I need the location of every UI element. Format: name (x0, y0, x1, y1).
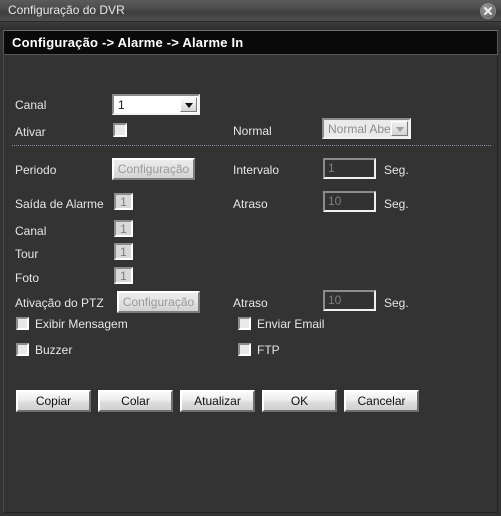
atraso-1-label: Atraso (233, 197, 268, 211)
canal-mid-label: Canal (15, 224, 47, 238)
tour-value[interactable]: 1 (114, 243, 133, 260)
ok-button[interactable]: OK (262, 390, 337, 412)
atraso-2-unit: Seg. (384, 296, 409, 310)
buzzer-label: Buzzer (35, 343, 73, 357)
exibir-mensagem-checkbox[interactable] (16, 317, 29, 330)
periodo-config-button[interactable]: Configuração (112, 158, 195, 180)
canal-mid-value[interactable]: 1 (114, 220, 133, 237)
ativar-label: Ativar (15, 125, 46, 139)
breadcrumb: Configuração -> Alarme -> Alarme In (12, 35, 244, 50)
window-titlebar: Configuração do DVR (0, 0, 501, 22)
canal-select[interactable]: 1 (112, 94, 200, 115)
window-title: Configuração do DVR (8, 3, 125, 17)
dvr-config-window: Configuração do DVR Configuração -> Alar… (0, 0, 501, 516)
intervalo-label: Intervalo (233, 163, 280, 177)
close-x-glyph (484, 7, 492, 15)
colar-button[interactable]: Colar (98, 390, 173, 412)
copiar-button[interactable]: Copiar (16, 390, 91, 412)
atraso-1-value: 10 (328, 194, 342, 208)
enviar-email-checkbox[interactable] (238, 317, 251, 330)
atraso-1-input[interactable]: 10 (323, 191, 376, 212)
atualizar-button[interactable]: Atualizar (180, 390, 255, 412)
atraso-2-value: 10 (328, 293, 342, 307)
atraso-2-input[interactable]: 10 (323, 290, 376, 311)
tour-label: Tour (15, 247, 39, 261)
cancelar-button[interactable]: Cancelar (344, 390, 419, 412)
normal-select-value: Normal Aberto (328, 122, 396, 136)
intervalo-value: 1 (328, 161, 335, 175)
settings-panel: Canal 1 Ativar Normal Normal Aberto Peri… (3, 56, 498, 513)
buzzer-checkbox[interactable] (16, 343, 29, 356)
ativar-checkbox[interactable] (113, 123, 127, 137)
canal-label: Canal (15, 98, 47, 112)
ptz-config-button[interactable]: Configuração (117, 291, 200, 313)
saida-alarme-value[interactable]: 1 (114, 193, 133, 210)
periodo-label: Periodo (15, 163, 57, 177)
atraso-1-unit: Seg. (384, 197, 409, 211)
exibir-mensagem-label: Exibir Mensagem (35, 317, 128, 331)
atraso-2-label: Atraso (233, 296, 268, 310)
ptz-label: Ativação do PTZ (15, 296, 104, 310)
normal-select[interactable]: Normal Aberto (322, 118, 411, 139)
ftp-label: FTP (257, 343, 280, 357)
chevron-down-icon[interactable] (391, 121, 408, 136)
section-divider (12, 145, 491, 146)
ftp-checkbox[interactable] (238, 343, 251, 356)
close-icon[interactable] (480, 3, 496, 19)
breadcrumb-bar: Configuração -> Alarme -> Alarme In (3, 30, 498, 55)
intervalo-unit: Seg. (384, 163, 409, 177)
enviar-email-label: Enviar Email (257, 317, 325, 331)
canal-select-value: 1 (118, 98, 125, 112)
foto-value[interactable]: 1 (114, 267, 133, 284)
saida-alarme-label: Saída de Alarme (15, 197, 104, 211)
intervalo-input[interactable]: 1 (323, 158, 376, 179)
foto-label: Foto (15, 271, 40, 285)
chevron-down-icon[interactable] (180, 97, 197, 112)
normal-label: Normal (233, 124, 272, 138)
titlebar-underline (0, 22, 501, 30)
